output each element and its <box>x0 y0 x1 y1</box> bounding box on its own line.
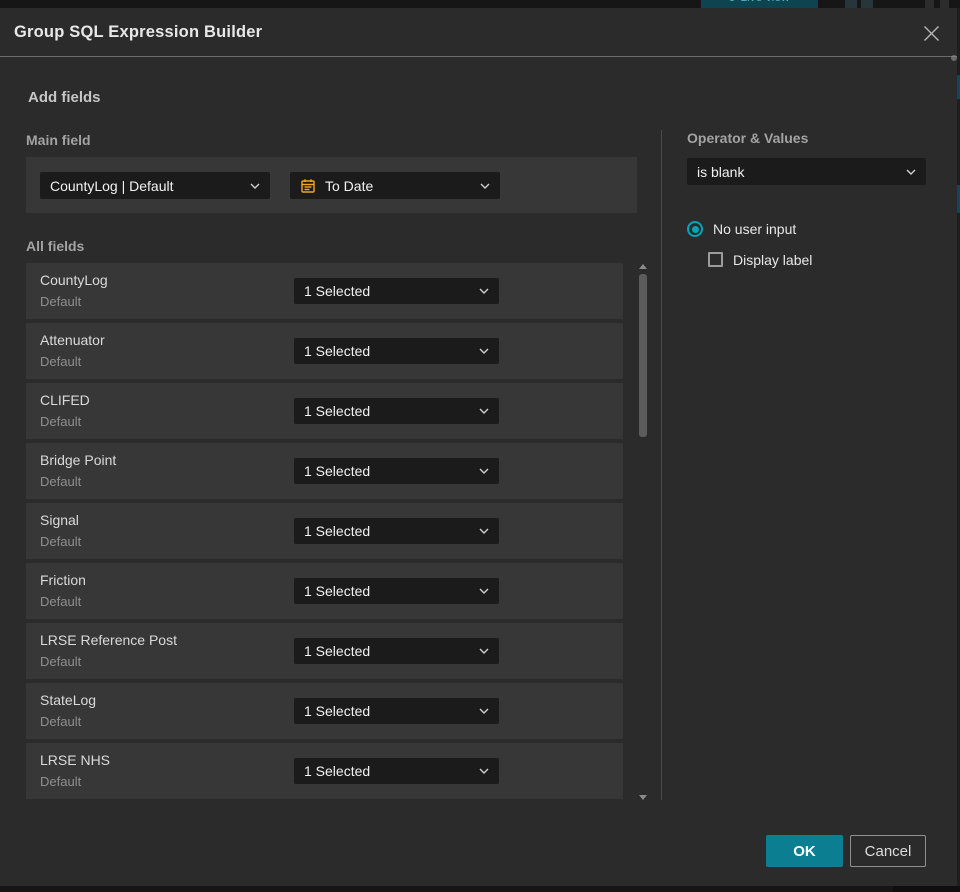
no-user-input-radio[interactable] <box>687 221 703 237</box>
chevron-down-icon <box>479 768 489 774</box>
field-subtitle: Default <box>40 714 82 729</box>
field-row-lrse-nhs: LRSE NHS Default 1 Selected <box>26 743 623 799</box>
field-subtitle: Default <box>40 534 82 549</box>
toolbar-icon-fragment <box>861 0 873 8</box>
field-values-dropdown[interactable]: 1 Selected <box>294 338 499 364</box>
field-row-signal: Signal Default 1 Selected <box>26 503 623 559</box>
field-values-selected: 1 Selected <box>304 643 371 659</box>
field-values-selected: 1 Selected <box>304 463 371 479</box>
operator-dropdown[interactable]: is blank <box>687 158 926 185</box>
close-icon <box>923 25 939 41</box>
field-row-bridge-point: Bridge Point Default 1 Selected <box>26 443 623 499</box>
field-values-dropdown[interactable]: 1 Selected <box>294 638 499 664</box>
all-fields-label: All fields <box>26 238 85 254</box>
radio-selected-dot <box>691 225 699 233</box>
scrollbar-down-arrow[interactable] <box>639 795 647 800</box>
no-user-input-label: No user input <box>713 221 797 237</box>
field-subtitle: Default <box>40 354 82 369</box>
field-values-dropdown[interactable]: 1 Selected <box>294 578 499 604</box>
field-subtitle: Default <box>40 654 82 669</box>
main-field-panel: CountyLog | Default To Date <box>26 157 637 213</box>
field-values-selected: 1 Selected <box>304 583 371 599</box>
all-fields-list: CountyLog Default 1 Selected Attenuator Defa… <box>26 263 623 799</box>
panel-divider <box>661 130 662 800</box>
display-label-label: Display label <box>733 252 813 268</box>
field-name: Attenuator <box>40 332 105 348</box>
field-row-countylog: CountyLog Default 1 Selected <box>26 263 623 319</box>
field-values-selected: 1 Selected <box>304 343 371 359</box>
chevron-down-icon <box>480 183 490 189</box>
chevron-down-icon <box>479 528 489 534</box>
field-name: LRSE NHS <box>40 752 111 768</box>
toolbar-icon-fragment <box>940 0 949 8</box>
field-values-selected: 1 Selected <box>304 283 371 299</box>
divider-end-dot <box>951 55 957 61</box>
field-values-dropdown[interactable]: 1 Selected <box>294 518 499 544</box>
field-values-dropdown[interactable]: 1 Selected <box>294 278 499 304</box>
dialog-title: Group SQL Expression Builder <box>14 23 263 41</box>
field-values-dropdown[interactable]: 1 Selected <box>294 698 499 724</box>
field-subtitle: Default <box>40 414 82 429</box>
field-values-selected: 1 Selected <box>304 703 371 719</box>
cancel-button[interactable]: Cancel <box>850 835 926 867</box>
main-field-field-dropdown[interactable]: To Date <box>290 172 500 199</box>
field-values-dropdown[interactable]: 1 Selected <box>294 458 499 484</box>
ok-button[interactable]: OK <box>766 835 843 867</box>
field-values-selected: 1 Selected <box>304 523 371 539</box>
live-view-button[interactable]: Live view <box>701 0 818 8</box>
toolbar-icon-fragment <box>845 0 857 8</box>
main-field-layer-value: CountyLog | Default <box>50 177 174 194</box>
field-row-clifed: CLIFED Default 1 Selected <box>26 383 623 439</box>
field-name: Signal <box>40 512 79 528</box>
display-label-checkbox[interactable] <box>708 252 723 267</box>
operator-values-label: Operator & Values <box>687 130 809 146</box>
field-subtitle: Default <box>40 474 82 489</box>
field-row-friction: Friction Default 1 Selected <box>26 563 623 619</box>
field-name: Friction <box>40 572 86 588</box>
field-subtitle: Default <box>40 294 82 309</box>
operator-value: is blank <box>697 163 745 180</box>
field-values-dropdown[interactable]: 1 Selected <box>294 398 499 424</box>
field-name: CountyLog <box>40 272 108 288</box>
field-subtitle: Default <box>40 594 82 609</box>
chevron-down-icon <box>479 348 489 354</box>
toolbar-icon-fragment <box>925 0 934 8</box>
field-name: CLIFED <box>40 392 90 408</box>
live-view-dot-icon <box>729 0 736 1</box>
main-field-field-value: To Date <box>325 177 374 194</box>
field-name: LRSE Reference Post <box>40 632 177 648</box>
chevron-down-icon <box>479 468 489 474</box>
field-row-lrse-reference-post: LRSE Reference Post Default 1 Selected <box>26 623 623 679</box>
screen: Live view Group SQL Expression Builder A… <box>0 0 960 892</box>
field-row-statelog: StateLog Default 1 Selected <box>26 683 623 739</box>
chevron-down-icon <box>906 169 916 175</box>
add-fields-heading: Add fields <box>28 89 101 106</box>
live-view-label: Live view <box>740 0 789 4</box>
group-sql-expression-builder-dialog: Group SQL Expression Builder Add fields … <box>0 8 957 886</box>
field-name: Bridge Point <box>40 452 117 468</box>
background-app-toolbar: Live view <box>0 0 960 8</box>
chevron-down-icon <box>479 648 489 654</box>
field-values-dropdown[interactable]: 1 Selected <box>294 758 499 784</box>
main-field-layer-dropdown[interactable]: CountyLog | Default <box>40 172 270 199</box>
chevron-down-icon <box>250 183 260 189</box>
chevron-down-icon <box>479 288 489 294</box>
chevron-down-icon <box>479 708 489 714</box>
field-subtitle: Default <box>40 774 82 789</box>
calendar-date-icon <box>300 178 316 194</box>
background-app-bottom-edge <box>0 886 960 892</box>
scrollbar-thumb[interactable] <box>639 274 647 437</box>
scrollbar-up-arrow[interactable] <box>639 264 647 269</box>
field-values-selected: 1 Selected <box>304 403 371 419</box>
field-values-selected: 1 Selected <box>304 763 371 779</box>
close-button[interactable] <box>916 18 946 48</box>
main-field-label: Main field <box>26 132 91 148</box>
chevron-down-icon <box>479 408 489 414</box>
field-name: StateLog <box>40 692 97 708</box>
chevron-down-icon <box>479 588 489 594</box>
dialog-title-bar: Group SQL Expression Builder <box>0 8 957 57</box>
field-row-attenuator: Attenuator Default 1 Selected <box>26 323 623 379</box>
